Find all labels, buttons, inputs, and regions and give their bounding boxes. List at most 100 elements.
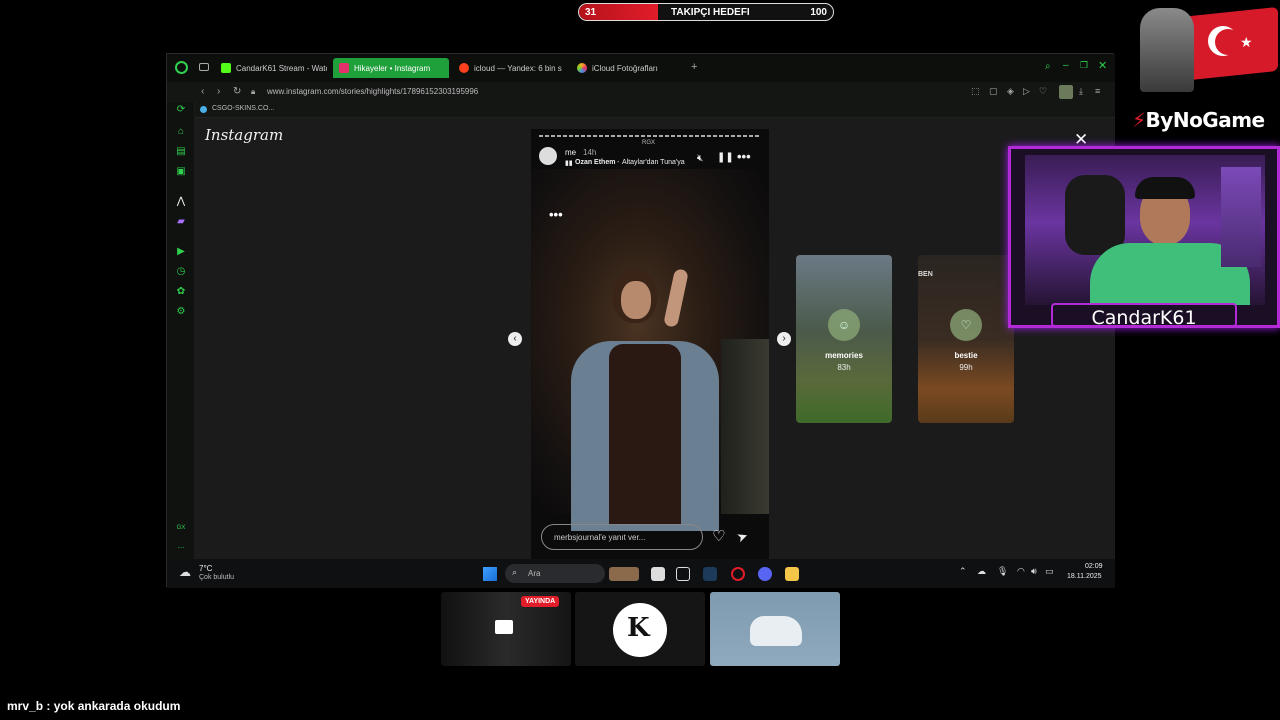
gx-control-button[interactable]: GX	[175, 522, 187, 534]
profile-avatar[interactable]	[1059, 85, 1073, 99]
back-icon[interactable]: ‹	[201, 86, 204, 97]
menu-icon[interactable]: ≡	[1095, 86, 1100, 96]
snapshot-icon[interactable]: ⬚	[971, 86, 980, 97]
car-photo-thumbnail[interactable]	[710, 592, 840, 666]
gx-corner-icon[interactable]: ▣	[175, 166, 187, 178]
tab-label: iCloud Fotoğrafları	[592, 63, 658, 73]
close-window-icon[interactable]: ✕	[1098, 59, 1107, 72]
mute-icon[interactable]: 🔇︎	[697, 153, 703, 164]
history-icon[interactable]: ◷	[175, 266, 187, 278]
yandex-icon	[459, 63, 469, 73]
bestie-cover-icon: ♡	[950, 309, 982, 341]
sponsor-logo: ⚡ByNoGame	[1132, 108, 1265, 132]
tab-instagram-stories[interactable]: Hikayeler • Instagram	[333, 58, 449, 78]
story-avatar[interactable]	[539, 147, 557, 165]
bookmark-icon[interactable]: ▢	[989, 86, 998, 97]
news-icon[interactable]: ▤	[175, 146, 187, 158]
goal-current: 31	[585, 7, 597, 18]
previous-story-icon[interactable]: ‹	[508, 332, 522, 346]
maximize-icon[interactable]: ❐	[1080, 60, 1088, 71]
song-separator: -	[617, 159, 620, 166]
hot-tabs-icon[interactable]: ⌂	[175, 126, 187, 138]
kick-sidebar-icon[interactable]: ⋀	[175, 196, 187, 208]
goal-max: 100	[810, 7, 827, 18]
headset	[1135, 177, 1195, 199]
search-placeholder: Ara	[528, 569, 541, 578]
story-reply-input[interactable]: merbsjournal'e yanıt ver...	[541, 524, 703, 550]
app-icon[interactable]	[703, 567, 717, 581]
send-icon[interactable]: ➤	[735, 528, 751, 547]
weather-icon[interactable]: ☁	[179, 565, 191, 579]
weather-desc[interactable]: Çok bulutlu	[199, 574, 234, 581]
battery-icon[interactable]: ▭	[1045, 566, 1054, 577]
next-story-icon[interactable]: ›	[777, 332, 791, 346]
twitch-icon[interactable]: ▰	[175, 216, 187, 228]
tab-icloud-photos[interactable]: iCloud Fotoğrafları	[571, 58, 683, 78]
bookmark-csgo-skins[interactable]: CSGO-SKINS.CO...	[212, 105, 274, 112]
instagram-logo[interactable]: Instagram	[205, 126, 283, 144]
download-icon[interactable]: ⤓	[1079, 86, 1083, 97]
person-vest	[609, 344, 681, 524]
highlight-bestie[interactable]: BEN ♡ bestie 99h	[918, 255, 1014, 423]
channel-logo-thumbnail[interactable]: K	[575, 592, 705, 666]
new-tab-button[interactable]: +	[691, 61, 697, 73]
sidebar-more-button[interactable]: ...	[175, 540, 187, 552]
forward-icon[interactable]: ›	[217, 86, 220, 97]
reload-icon[interactable]: ↻	[233, 86, 241, 97]
memories-cover-icon: ☺	[828, 309, 860, 341]
widgets-icon[interactable]	[676, 567, 690, 581]
highlight-age: 99h	[959, 363, 973, 372]
opera-gx-taskbar-icon[interactable]	[731, 567, 745, 581]
gaming-chair	[1065, 175, 1125, 255]
minimize-icon[interactable]: –	[1063, 60, 1069, 71]
player-icon[interactable]: ▷	[1023, 86, 1030, 97]
photo-dots-icon: •••	[549, 207, 563, 222]
live-badge: YAYINDA	[521, 596, 560, 607]
story-artist[interactable]: Ozan Ethem	[575, 159, 615, 166]
tab-label: icloud — Yandex: 6 bin s	[474, 63, 562, 73]
background-door	[721, 339, 769, 514]
aria-icon[interactable]: ⟳	[175, 104, 187, 116]
search-highlight-icon[interactable]	[609, 567, 639, 581]
bookmark-favicon-icon	[200, 106, 207, 113]
highlight-memories[interactable]: ☺ memories 83h	[796, 255, 892, 423]
tab-yandex-icloud[interactable]: icloud — Yandex: 6 bin s	[453, 58, 565, 78]
tab-bar: CandarK61 Stream - Watc Hikayeler • Inst…	[167, 54, 1115, 82]
person-hand	[663, 268, 689, 328]
story-username[interactable]: me	[565, 148, 576, 157]
vpn-icon[interactable]: ◈	[1007, 86, 1014, 97]
screen-share-thumbnail[interactable]: YAYINDA	[441, 592, 571, 666]
clock-date[interactable]: 18.11.2025	[1067, 573, 1102, 580]
file-explorer-icon[interactable]	[785, 567, 799, 581]
search-tabs-icon[interactable]: ⌕	[1045, 61, 1051, 72]
wifi-icon[interactable]: ◠	[1017, 566, 1025, 577]
opera-sidebar: ⟳ ⌂ ▤ ▣ ⋀ ▰ ▶ ◷ ✿ ⚙ GX ...	[167, 102, 195, 588]
opera-logo-icon[interactable]	[175, 61, 188, 74]
tray-chevron-icon[interactable]: ⌃	[959, 566, 967, 577]
story-song[interactable]: Altaylar'dan Tuna'ya	[622, 159, 685, 166]
tab-candark-stream[interactable]: CandarK61 Stream - Watc	[215, 58, 327, 78]
discord-icon[interactable]	[758, 567, 772, 581]
player-sidebar-icon[interactable]: ▶	[175, 246, 187, 258]
microphone-icon[interactable]: 🎙︎	[997, 566, 1008, 577]
chat-message: mrv_b : yok ankarada okudum	[7, 699, 180, 713]
highlight-name: memories	[825, 351, 863, 360]
more-options-icon[interactable]: •••	[737, 149, 751, 164]
clock-time[interactable]: 02:09	[1085, 563, 1103, 570]
task-view-icon[interactable]	[651, 567, 665, 581]
workspaces-icon[interactable]	[199, 63, 209, 71]
url-field[interactable]: www.instagram.com/stories/highlights/178…	[267, 87, 478, 96]
settings-icon[interactable]: ⚙	[175, 306, 187, 318]
heart-icon[interactable]: ♡	[1039, 86, 1047, 97]
like-icon[interactable]: ♡	[712, 527, 725, 545]
start-icon[interactable]	[483, 567, 497, 581]
pause-icon[interactable]: ❚❚	[717, 152, 734, 163]
onedrive-icon[interactable]: ☁	[977, 566, 986, 577]
taskbar-search[interactable]: ⌕ Ara	[505, 564, 605, 583]
windows-taskbar: ☁ 7°C Çok bulutlu ⌕ Ara ⌃ ☁ 🎙︎ ◠ 🔊︎ ▭ 02…	[167, 559, 1115, 588]
weather-temp[interactable]: 7°C	[199, 564, 212, 573]
webcam-frame: CandarK61	[1008, 146, 1280, 329]
volume-icon[interactable]: 🔊︎	[1031, 566, 1037, 577]
extensions-icon[interactable]: ✿	[175, 286, 187, 298]
goal-label: TAKIPÇI HEDEFI	[671, 7, 750, 18]
